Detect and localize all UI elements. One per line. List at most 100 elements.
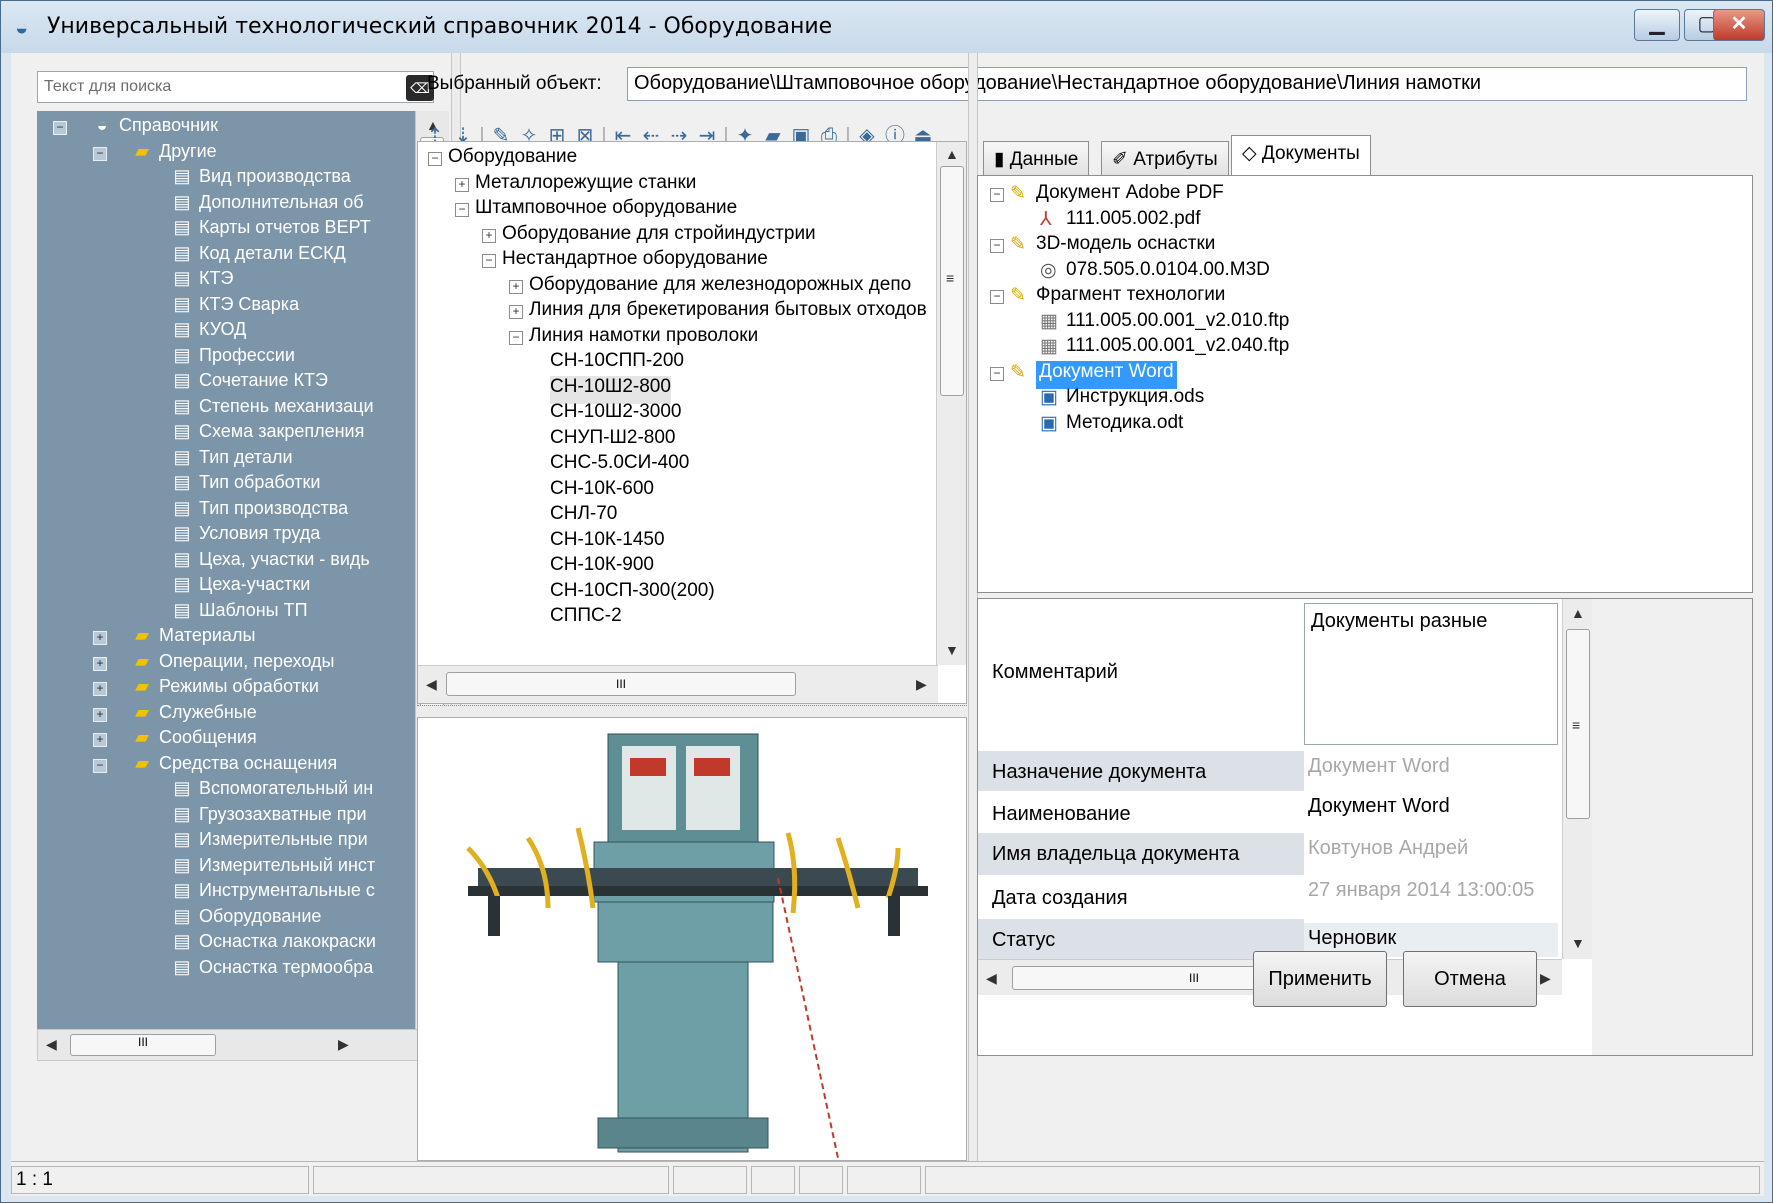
scroll-right-arrow[interactable]: ▶: [338, 1036, 349, 1053]
expand-toggle[interactable]: +: [93, 707, 107, 722]
tree-group[interactable]: ▰ Сообщения: [131, 727, 257, 755]
tree-node[interactable]: СН-10Ш2-800: [550, 375, 671, 404]
tree-item[interactable]: ▤ Цеха-участки: [171, 574, 310, 602]
tree-node[interactable]: Металлорежущие станки: [475, 172, 696, 200]
tree-node[interactable]: СН-10СП-300(200): [550, 580, 715, 608]
name-value[interactable]: Документ Word: [1304, 795, 1592, 818]
expand-toggle[interactable]: −: [990, 290, 1004, 304]
expand-toggle[interactable]: −: [428, 152, 442, 166]
expand-toggle[interactable]: +: [93, 656, 107, 671]
comment-field[interactable]: Документы разные: [1304, 603, 1558, 745]
document-node[interactable]: Документ Word: [1036, 360, 1177, 389]
tree-item[interactable]: ▤ Карты отчетов ВЕРТ: [171, 217, 370, 245]
tree-group[interactable]: ▰ Служебные: [131, 702, 257, 730]
title-bar[interactable]: ◒ Универсальный технологический справочн…: [1, 1, 1772, 53]
tree-item[interactable]: ▤ КУОД: [171, 319, 246, 347]
tree-node[interactable]: СППС-2: [550, 605, 622, 633]
tree-node[interactable]: Оборудование для железнодорожных депо: [529, 274, 911, 302]
tree-group-tools[interactable]: ▰ Средства оснащения: [131, 753, 337, 781]
middle-tree-vscroll[interactable]: ▲ ≡ ▼: [936, 142, 966, 665]
document-node[interactable]: Инструкция.ods: [1066, 386, 1204, 414]
tree-node[interactable]: СНУП-Ш2-800: [550, 427, 676, 455]
tree-group[interactable]: ▰ Операции, переходы: [131, 651, 334, 679]
hscroll-thumb[interactable]: III: [446, 672, 796, 696]
expand-toggle[interactable]: −: [990, 366, 1004, 381]
tree-node[interactable]: Линия намотки проволоки: [529, 325, 758, 353]
expand-toggle[interactable]: +: [93, 733, 107, 747]
tree-item[interactable]: ▤ Степень механизаци: [171, 396, 373, 424]
tree-item[interactable]: ▤ Сочетание КТЭ: [171, 370, 327, 398]
tree-item[interactable]: ▤ Инструментальные с: [171, 880, 374, 908]
document-node[interactable]: 111.005.00.001_v2.010.ftp: [1066, 310, 1289, 338]
tree-node[interactable]: Штамповочное оборудование: [475, 197, 737, 225]
document-node[interactable]: 111.005.00.001_v2.040.ftp: [1066, 335, 1289, 363]
tree-group[interactable]: ▰ Материалы: [131, 625, 255, 653]
documents-tree[interactable]: − ✎ Документ Adobe PDF ⅄ 111.005.002.pdf − ✎ 3D…: [977, 175, 1753, 593]
tree-item[interactable]: ▤ КТЭ Сварка: [171, 294, 299, 322]
tree-node[interactable]: СН-10К-600: [550, 478, 654, 506]
scroll-down-arrow[interactable]: ▼: [945, 642, 959, 658]
document-node[interactable]: 111.005.002.pdf: [1066, 208, 1201, 236]
expand-toggle[interactable]: +: [482, 228, 496, 243]
minimize-button[interactable]: ▁: [1634, 9, 1680, 41]
tree-node[interactable]: СН-10К-900: [550, 554, 654, 582]
tree-item[interactable]: ▤ Вид производства: [171, 166, 350, 194]
tree-item[interactable]: ▤ Профессии: [171, 345, 294, 373]
tree-item[interactable]: ▤ Тип детали: [171, 447, 292, 475]
expand-toggle[interactable]: −: [455, 203, 469, 217]
expand-toggle[interactable]: +: [93, 682, 107, 696]
expand-toggle[interactable]: +: [509, 279, 523, 294]
hscroll-thumb[interactable]: III: [70, 1034, 216, 1056]
tree-item[interactable]: ▤ Оснастка термообра: [171, 957, 373, 985]
tree-node[interactable]: Линия для брекетирования бытовых отходов: [529, 299, 927, 327]
tree-node[interactable]: СНС-5.0СИ-400: [550, 452, 689, 480]
document-node[interactable]: 3D-модель оснастки: [1036, 233, 1215, 261]
tab-attributes[interactable]: ✐ Атрибуты: [1101, 141, 1229, 175]
scroll-left-arrow[interactable]: ◀: [426, 676, 437, 693]
tree-item[interactable]: ▤ Тип производства: [171, 498, 348, 526]
scroll-left-arrow[interactable]: ◀: [46, 1036, 57, 1053]
apply-button[interactable]: Применить: [1253, 951, 1387, 1007]
expand-toggle[interactable]: −: [93, 146, 107, 161]
tree-item[interactable]: ▤ Цеха, участки - видь: [171, 549, 369, 577]
expand-toggle[interactable]: +: [93, 631, 107, 645]
expand-toggle[interactable]: −: [990, 188, 1004, 202]
expand-toggle[interactable]: +: [509, 305, 523, 319]
cancel-button[interactable]: Отмена: [1403, 951, 1537, 1007]
expand-toggle[interactable]: −: [990, 239, 1004, 253]
tab-documents[interactable]: ◇ Документы: [1231, 135, 1371, 175]
expand-toggle[interactable]: −: [482, 254, 496, 268]
tree-node[interactable]: СН-10Ш2-3000: [550, 401, 681, 429]
tree-item[interactable]: ▤ КТЭ: [171, 268, 233, 296]
tree-node[interactable]: Оборудование: [448, 146, 577, 174]
tree-item[interactable]: ▤ Условия труда: [171, 523, 320, 551]
expand-toggle[interactable]: −: [53, 121, 67, 135]
document-node[interactable]: Документ Adobe PDF: [1036, 182, 1224, 210]
tree-group-other[interactable]: ▰ Другие: [131, 141, 217, 169]
scroll-left-arrow[interactable]: ◀: [986, 970, 997, 987]
document-node[interactable]: 078.505.0.0104.00.M3D: [1066, 259, 1270, 287]
document-node[interactable]: Фрагмент технологии: [1036, 284, 1225, 312]
properties-vscroll[interactable]: ▲ ≡ ▼: [1562, 599, 1592, 959]
equipment-tree[interactable]: ▲ ≡ ▼ ◀ III ▶ − Оборудование + Металлорежущ…: [417, 141, 967, 704]
tree-item[interactable]: ▤ Схема закрепления: [171, 421, 364, 449]
scroll-down-arrow[interactable]: ▼: [1571, 935, 1585, 951]
scroll-up-arrow[interactable]: ▲: [945, 146, 959, 162]
document-node[interactable]: Методика.odt: [1066, 412, 1183, 440]
tree-item[interactable]: ▤ Измерительные при: [171, 829, 367, 857]
tree-item[interactable]: ▤ Код детали ЕСКД: [171, 243, 345, 271]
expand-toggle[interactable]: +: [455, 177, 469, 192]
tree-item[interactable]: ▤ Грузозахватные при: [171, 804, 366, 832]
search-input[interactable]: Текст для поиска: [37, 71, 434, 103]
tree-node[interactable]: СН-10К-1450: [550, 529, 665, 557]
tree-root[interactable]: ◒ Справочник: [91, 115, 218, 143]
tree-item[interactable]: ▤ Измерительный инст: [171, 855, 375, 883]
middle-tree-hscroll[interactable]: ◀ III ▶: [418, 665, 938, 703]
scroll-right-arrow[interactable]: ▶: [1540, 970, 1551, 987]
tree-item[interactable]: ▤ Вспомогательный ин: [171, 778, 373, 806]
tree-node[interactable]: Нестандартное оборудование: [502, 248, 768, 276]
scroll-up-arrow[interactable]: ▲: [1571, 605, 1585, 621]
expand-toggle[interactable]: −: [93, 758, 107, 773]
reference-tree[interactable]: ▲ ≡ ▼ −◒Справочник−▰Другие▤Вид производс…: [37, 111, 449, 1033]
expand-toggle[interactable]: −: [509, 330, 523, 345]
